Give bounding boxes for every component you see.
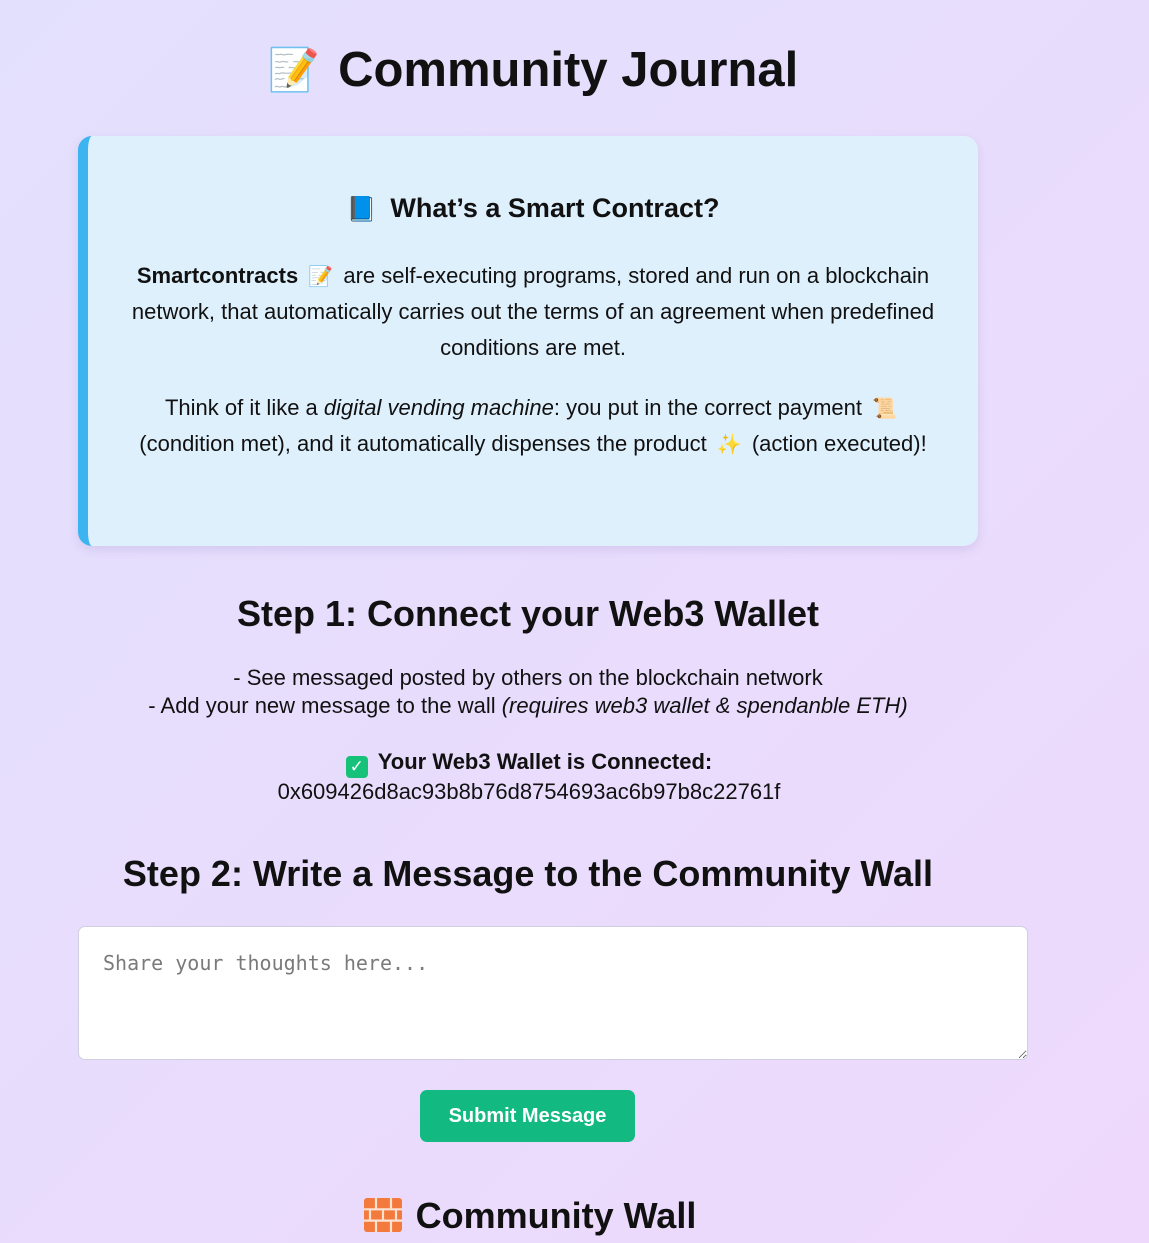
info-paragraph-analogy: Think of it like a digital vending machi… [118, 390, 948, 462]
message-input[interactable] [78, 926, 1028, 1060]
smart-contract-info-card: 📘 What’s a Smart Contract? Smartcontracts… [78, 136, 978, 546]
wallet-connected-label: Your Web3 Wallet is Connected: [377, 749, 713, 774]
submit-message-button[interactable]: Submit Message [420, 1090, 635, 1142]
analogy-text-end: (action executed)! [751, 431, 927, 456]
analogy-text-mid: : you put in the correct payment [553, 395, 863, 420]
analogy-emphasis: digital vending machine [323, 395, 554, 420]
step1-line-2: - Add your new message to the wall (requ… [0, 692, 1056, 720]
memo-icon: 📝 [308, 264, 334, 288]
scroll-icon: 📜 [872, 396, 898, 420]
step1-line-2-note: (requires web3 wallet & spendanble ETH) [501, 693, 908, 718]
info-card-title-text: What’s a Smart Contract? [390, 193, 720, 223]
page-title: 📝 Community Journal [0, 38, 1066, 102]
page-title-text: Community Journal [338, 43, 799, 97]
blue-book-icon: 📘 [346, 195, 377, 223]
wallet-status: ✓ Your Web3 Wallet is Connected: 0x609426… [0, 748, 1058, 806]
sparkles-icon: ✨ [716, 432, 742, 456]
community-wall-heading: Community Wall [0, 1192, 1060, 1240]
community-wall-heading-text: Community Wall [415, 1195, 697, 1236]
check-mark-icon: ✓ [345, 756, 368, 778]
memo-icon: 📝 [267, 45, 321, 94]
analogy-text-start: Think of it like a [164, 395, 324, 420]
step2-heading: Step 2: Write a Message to the Community… [122, 853, 934, 894]
info-card-title: 📘 What’s a Smart Contract? [88, 188, 978, 229]
step1-heading: Step 1: Connect your Web3 Wallet [236, 593, 820, 634]
analogy-text-mid2: (condition met), and it automatically di… [139, 431, 707, 456]
brick-icon [363, 1198, 402, 1232]
step1-line-1: - See messaged posted by others on the b… [233, 665, 823, 690]
step1-description: - See messaged posted by others on the b… [0, 664, 1056, 720]
info-paragraph-definition: Smartcontracts 📝 are self-executing prog… [118, 258, 948, 366]
smartcontracts-term: Smartcontracts [136, 263, 299, 288]
page: 📝 Community Journal 📘 What’s a Smart Contr… [0, 0, 1149, 1243]
wallet-address: 0x609426d8ac93b8b76d8754693ac6b97b8c2276… [277, 779, 781, 804]
step1-line-2-text: - Add your new message to the wall [148, 693, 502, 718]
